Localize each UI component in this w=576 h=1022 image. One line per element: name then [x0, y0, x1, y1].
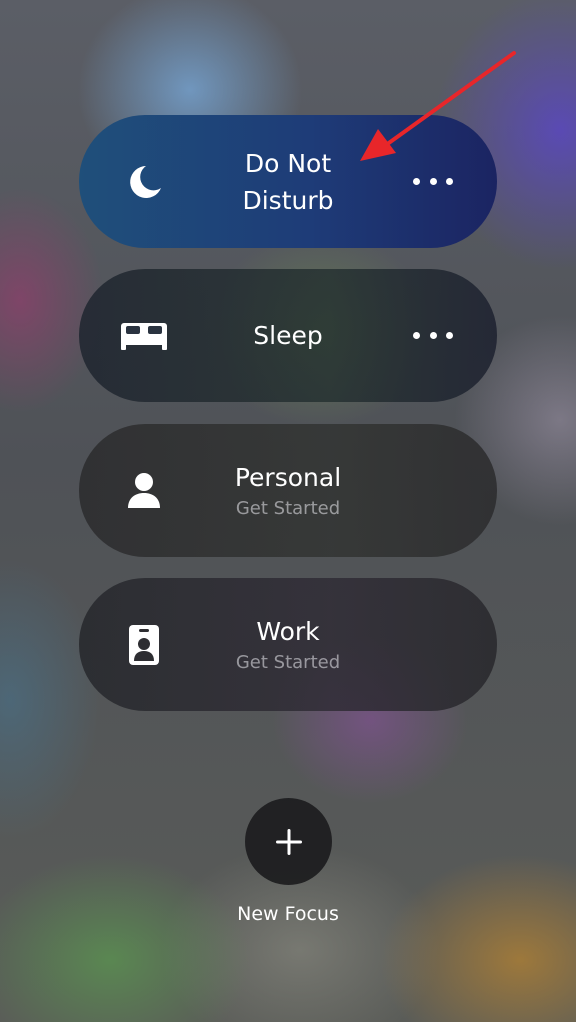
new-focus-label: New Focus	[237, 903, 339, 925]
more-options-button[interactable]	[413, 326, 453, 346]
more-dot	[429, 332, 437, 339]
new-focus-button[interactable]	[245, 798, 332, 885]
focus-work[interactable]: Work Get Started	[79, 578, 497, 711]
focus-personal[interactable]: Personal Get Started	[79, 424, 497, 557]
more-dot	[446, 332, 453, 339]
more-dot	[429, 178, 437, 185]
focus-sleep[interactable]: Sleep	[79, 269, 497, 402]
focus-label-group: Personal Get Started	[159, 424, 417, 557]
plus-icon	[275, 828, 302, 855]
focus-title: Sleep	[253, 321, 323, 350]
more-options-button[interactable]	[413, 172, 453, 192]
more-dot	[413, 332, 420, 339]
more-dot	[413, 178, 420, 185]
focus-title: Personal	[234, 463, 342, 492]
focus-subtitle: Get Started	[235, 498, 341, 519]
focus-subtitle: Get Started	[235, 652, 341, 673]
focus-label-group: Work Get Started	[159, 578, 417, 711]
more-dot	[446, 178, 453, 185]
focus-title: Work	[256, 617, 320, 646]
focus-title: Do Not Disturb	[242, 148, 334, 215]
focus-label-group: Sleep	[159, 269, 417, 402]
red-arrow-icon	[360, 51, 516, 161]
focus-mode-list: Do Not Disturb Sleep Personal Get Starte…	[79, 115, 497, 733]
